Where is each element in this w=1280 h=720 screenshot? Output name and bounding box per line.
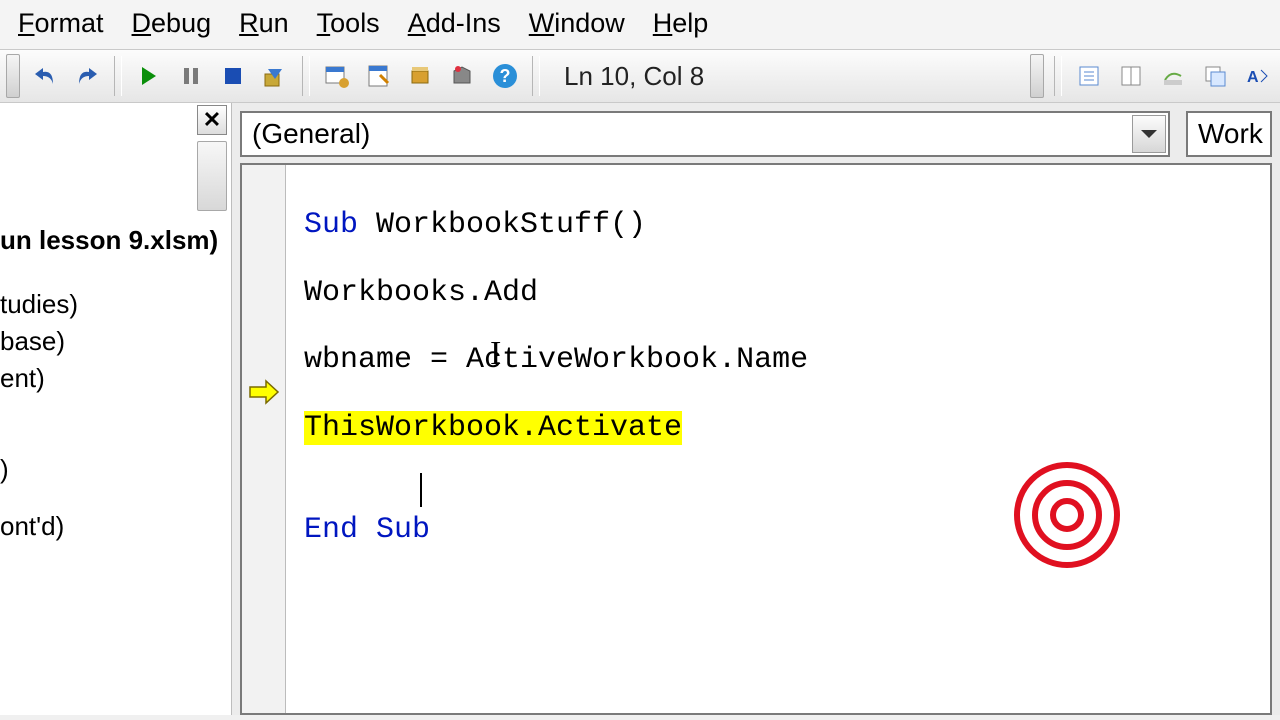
run-button[interactable]: [132, 59, 166, 93]
project-items: tudies) base) ent) ) ont'd): [0, 286, 231, 545]
code-editor[interactable]: Sub WorkbookStuff() Workbooks.Add wbname…: [240, 163, 1272, 715]
object-dropdown-value: (General): [252, 118, 370, 150]
toolbar: ? Ln 10, Col 8 A: [0, 49, 1280, 103]
toolbar-grip[interactable]: [6, 54, 20, 98]
tool-icon[interactable]: [1198, 59, 1232, 93]
help-icon[interactable]: ?: [488, 59, 522, 93]
list-item[interactable]: ): [0, 451, 231, 488]
list-item[interactable]: tudies): [0, 286, 231, 323]
properties-button[interactable]: [362, 59, 396, 93]
redo-button[interactable]: [70, 59, 104, 93]
tool-icon[interactable]: A: [1240, 59, 1274, 93]
toolbar-separator: [114, 56, 122, 96]
text-cursor: [420, 473, 422, 507]
cursor-position: Ln 10, Col 8: [550, 61, 704, 92]
menu-run[interactable]: Run: [239, 8, 289, 39]
list-item[interactable]: ent): [0, 360, 231, 397]
code-text[interactable]: Sub WorkbookStuff() Workbooks.Add wbname…: [286, 165, 826, 713]
menu-addins[interactable]: Add-Ins: [408, 8, 501, 39]
list-item[interactable]: ont'd): [0, 508, 231, 545]
object-browser-button[interactable]: [404, 59, 438, 93]
procedure-dropdown[interactable]: Work: [1186, 111, 1272, 157]
code-margin: [242, 165, 286, 713]
menu-bar: Format Debug Run Tools Add-Ins Window He…: [0, 0, 1280, 49]
procedure-dropdown-value: Work: [1198, 118, 1263, 150]
menu-debug[interactable]: Debug: [132, 8, 212, 39]
menu-window[interactable]: Window: [529, 8, 625, 39]
toolbar-separator: [302, 56, 310, 96]
toolbox-button[interactable]: [446, 59, 480, 93]
tool-icon[interactable]: [1156, 59, 1190, 93]
panel-grip[interactable]: [197, 141, 227, 211]
chevron-down-icon[interactable]: [1132, 115, 1166, 153]
design-mode-button[interactable]: [258, 59, 292, 93]
stop-button[interactable]: [216, 59, 250, 93]
project-explorer-button[interactable]: [320, 59, 354, 93]
text-caret-icon: I: [490, 335, 501, 373]
undo-button[interactable]: [28, 59, 62, 93]
menu-help[interactable]: Help: [653, 8, 709, 39]
close-icon[interactable]: ✕: [197, 105, 227, 135]
toolbar-grip[interactable]: [1030, 54, 1044, 98]
tool-icon[interactable]: [1072, 59, 1106, 93]
project-explorer-panel: ✕ un lesson 9.xlsm) tudies) base) ent) )…: [0, 103, 232, 715]
tool-icon[interactable]: [1114, 59, 1148, 93]
object-dropdown[interactable]: (General): [240, 111, 1170, 157]
project-name: un lesson 9.xlsm): [0, 223, 231, 286]
svg-text:A: A: [1247, 69, 1259, 86]
svg-text:?: ?: [500, 66, 511, 86]
toolbar-separator: [532, 56, 540, 96]
break-button[interactable]: [174, 59, 208, 93]
current-line-arrow-icon: [248, 379, 280, 405]
toolbar-separator: [1054, 56, 1062, 96]
list-item[interactable]: base): [0, 323, 231, 360]
menu-format[interactable]: Format: [18, 8, 104, 39]
menu-tools[interactable]: Tools: [317, 8, 380, 39]
